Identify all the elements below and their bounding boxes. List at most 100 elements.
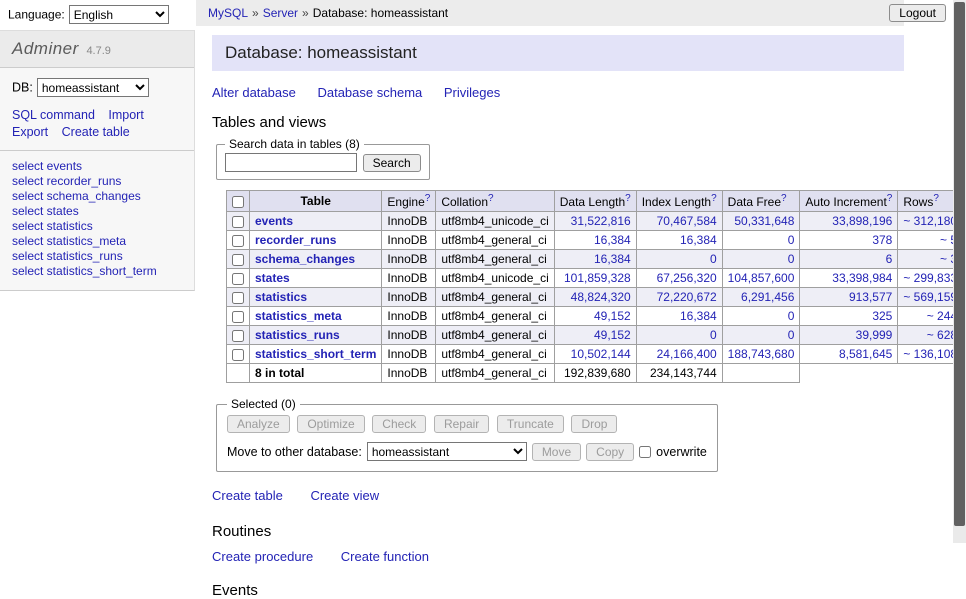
auto-increment-link[interactable]: 913,577 <box>849 290 892 304</box>
sidebar-link-select-recorder-runs[interactable]: select recorder_runs <box>12 174 182 189</box>
data-free-link[interactable]: 104,857,600 <box>728 271 795 285</box>
select-all-checkbox[interactable] <box>232 196 244 208</box>
index-length-link[interactable]: 0 <box>710 328 717 342</box>
drop-button[interactable]: Drop <box>571 415 617 433</box>
tables-body: events InnoDB utf8mb4_unicode_ci 31,522,… <box>227 212 966 364</box>
table-link[interactable]: recorder_runs <box>255 233 336 247</box>
row-select-checkbox[interactable] <box>232 254 244 266</box>
row-select-checkbox[interactable] <box>232 330 244 342</box>
data-length-link[interactable]: 101,859,328 <box>564 271 631 285</box>
logout-button[interactable]: Logout <box>889 4 946 22</box>
sidebar-link-select-statistics-meta[interactable]: select statistics_meta <box>12 234 182 249</box>
auto-increment-link[interactable]: 6 <box>886 252 893 266</box>
index-length-link[interactable]: 16,384 <box>680 233 717 247</box>
sidebar-link-select-schema-changes[interactable]: select schema_changes <box>12 189 182 204</box>
move-database-select[interactable]: homeassistant <box>367 442 527 461</box>
analyze-button[interactable]: Analyze <box>227 415 290 433</box>
scrollbar-thumb[interactable] <box>954 2 965 526</box>
row-select-checkbox[interactable] <box>232 292 244 304</box>
engine-help-link[interactable]: ? <box>425 193 431 204</box>
data-free-link[interactable]: 0 <box>788 328 795 342</box>
table-link[interactable]: events <box>255 214 293 228</box>
privileges-link[interactable]: Privileges <box>444 85 500 100</box>
optimize-button[interactable]: Optimize <box>297 415 364 433</box>
overwrite-checkbox[interactable] <box>639 446 651 458</box>
sidebar-link-select-events[interactable]: select events <box>12 159 182 174</box>
auto-increment-link[interactable]: 33,398,984 <box>832 271 892 285</box>
export-link[interactable]: Export <box>12 125 48 139</box>
auto-increment-link[interactable]: 378 <box>872 233 892 247</box>
data-length-link[interactable]: 49,152 <box>594 309 631 323</box>
auto-increment-link[interactable]: 8,581,645 <box>839 347 892 361</box>
data-length-help-link[interactable]: ? <box>625 193 631 204</box>
search-input[interactable] <box>225 153 357 172</box>
data-free-help-link[interactable]: ? <box>781 193 787 204</box>
create-table-link-sidebar[interactable]: Create table <box>62 125 130 139</box>
data-length-link[interactable]: 10,502,144 <box>571 347 631 361</box>
sidebar-link-select-statistics[interactable]: select statistics <box>12 219 182 234</box>
check-button[interactable]: Check <box>372 415 426 433</box>
index-length-link[interactable]: 72,220,672 <box>657 290 717 304</box>
search-button[interactable]: Search <box>363 154 421 172</box>
index-length-link[interactable]: 24,166,400 <box>657 347 717 361</box>
alter-database-link[interactable]: Alter database <box>212 85 296 100</box>
rows-link[interactable]: ~ 569,159 <box>903 290 957 304</box>
table-link[interactable]: statistics_meta <box>255 309 342 323</box>
rows-link[interactable]: ~ 136,108 <box>903 347 957 361</box>
sidebar-link-select-statistics-short-term[interactable]: select statistics_short_term <box>12 264 182 279</box>
scrollbar[interactable] <box>953 0 966 543</box>
sidebar-link-select-statistics-runs[interactable]: select statistics_runs <box>12 249 182 264</box>
index-length-help-link[interactable]: ? <box>711 193 717 204</box>
auto-increment-link[interactable]: 33,898,196 <box>832 214 892 228</box>
database-schema-link[interactable]: Database schema <box>317 85 422 100</box>
table-link[interactable]: statistics <box>255 290 307 304</box>
data-free-link[interactable]: 6,291,456 <box>741 290 794 304</box>
data-free-link[interactable]: 0 <box>788 252 795 266</box>
data-free-link[interactable]: 50,331,648 <box>734 214 794 228</box>
data-length-link[interactable]: 49,152 <box>594 328 631 342</box>
data-length-link[interactable]: 16,384 <box>594 233 631 247</box>
rows-link[interactable]: ~ 299,833 <box>903 271 957 285</box>
repair-button[interactable]: Repair <box>434 415 489 433</box>
copy-button[interactable]: Copy <box>586 443 634 461</box>
table-link[interactable]: schema_changes <box>255 252 355 266</box>
row-select-checkbox[interactable] <box>232 273 244 285</box>
index-length-link[interactable]: 67,256,320 <box>657 271 717 285</box>
row-select-checkbox[interactable] <box>232 216 244 228</box>
import-link[interactable]: Import <box>108 108 143 122</box>
move-button[interactable]: Move <box>532 443 581 461</box>
breadcrumb-mysql-link[interactable]: MySQL <box>208 6 248 20</box>
data-length-link[interactable]: 48,824,320 <box>571 290 631 304</box>
truncate-button[interactable]: Truncate <box>497 415 564 433</box>
sql-command-link[interactable]: SQL command <box>12 108 95 122</box>
auto-increment-link[interactable]: 325 <box>872 309 892 323</box>
table-link[interactable]: states <box>255 271 290 285</box>
breadcrumb-server-link[interactable]: Server <box>263 6 298 20</box>
row-select-checkbox[interactable] <box>232 311 244 323</box>
data-length-link[interactable]: 16,384 <box>594 252 631 266</box>
sidebar-link-select-states[interactable]: select states <box>12 204 182 219</box>
create-view-link[interactable]: Create view <box>310 488 379 503</box>
table-row: states InnoDB utf8mb4_unicode_ci 101,859… <box>227 269 966 288</box>
index-length-link[interactable]: 16,384 <box>680 309 717 323</box>
rows-help-link[interactable]: ? <box>933 193 939 204</box>
data-free-link[interactable]: 0 <box>788 309 795 323</box>
data-length-link[interactable]: 31,522,816 <box>571 214 631 228</box>
db-select[interactable]: homeassistant <box>37 78 149 97</box>
create-table-link[interactable]: Create table <box>212 488 283 503</box>
row-select-checkbox[interactable] <box>232 349 244 361</box>
create-function-link[interactable]: Create function <box>341 549 429 564</box>
row-select-checkbox[interactable] <box>232 235 244 247</box>
table-link[interactable]: statistics_short_term <box>255 347 376 361</box>
collation-help-link[interactable]: ? <box>488 193 494 204</box>
index-length-link[interactable]: 0 <box>710 252 717 266</box>
index-length-link[interactable]: 70,467,584 <box>657 214 717 228</box>
auto-increment-link[interactable]: 39,999 <box>856 328 893 342</box>
language-select[interactable]: English <box>69 5 169 24</box>
table-link[interactable]: statistics_runs <box>255 328 340 342</box>
data-free-link[interactable]: 188,743,680 <box>728 347 795 361</box>
data-free-link[interactable]: 0 <box>788 233 795 247</box>
auto-increment-help-link[interactable]: ? <box>887 193 893 204</box>
create-procedure-link[interactable]: Create procedure <box>212 549 313 564</box>
rows-link[interactable]: ~ 312,180 <box>903 214 957 228</box>
